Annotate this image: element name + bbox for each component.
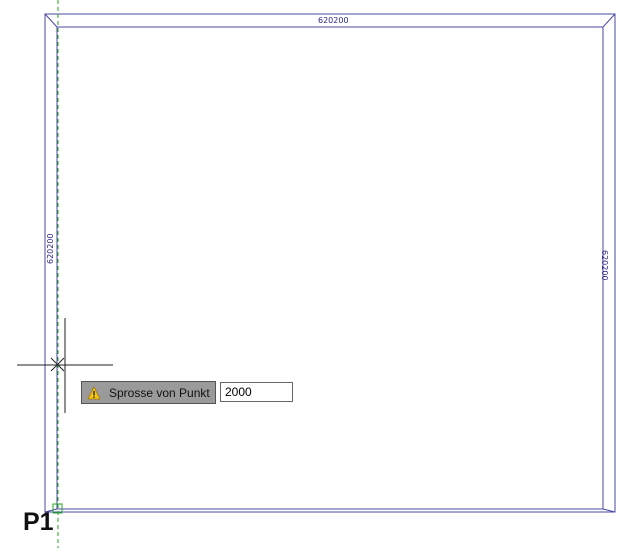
command-prompt-tooltip: Sprosse von Punkt bbox=[81, 381, 216, 404]
point-label: P1 bbox=[23, 508, 54, 536]
command-value-input[interactable] bbox=[220, 382, 293, 402]
dimension-label-right: 620200 bbox=[600, 250, 609, 281]
warning-icon bbox=[87, 385, 101, 399]
frame-corner-top-right bbox=[602, 13, 616, 28]
frame-corner-top-left bbox=[44, 13, 58, 28]
drawing-canvas[interactable] bbox=[0, 0, 640, 548]
command-prompt-label: Sprosse von Punkt bbox=[109, 385, 210, 400]
window-frame-inner bbox=[56, 26, 604, 510]
dimension-label-left: 620200 bbox=[46, 233, 55, 264]
dimension-label-top: 620200 bbox=[318, 16, 349, 25]
window-frame-outer bbox=[44, 13, 616, 513]
